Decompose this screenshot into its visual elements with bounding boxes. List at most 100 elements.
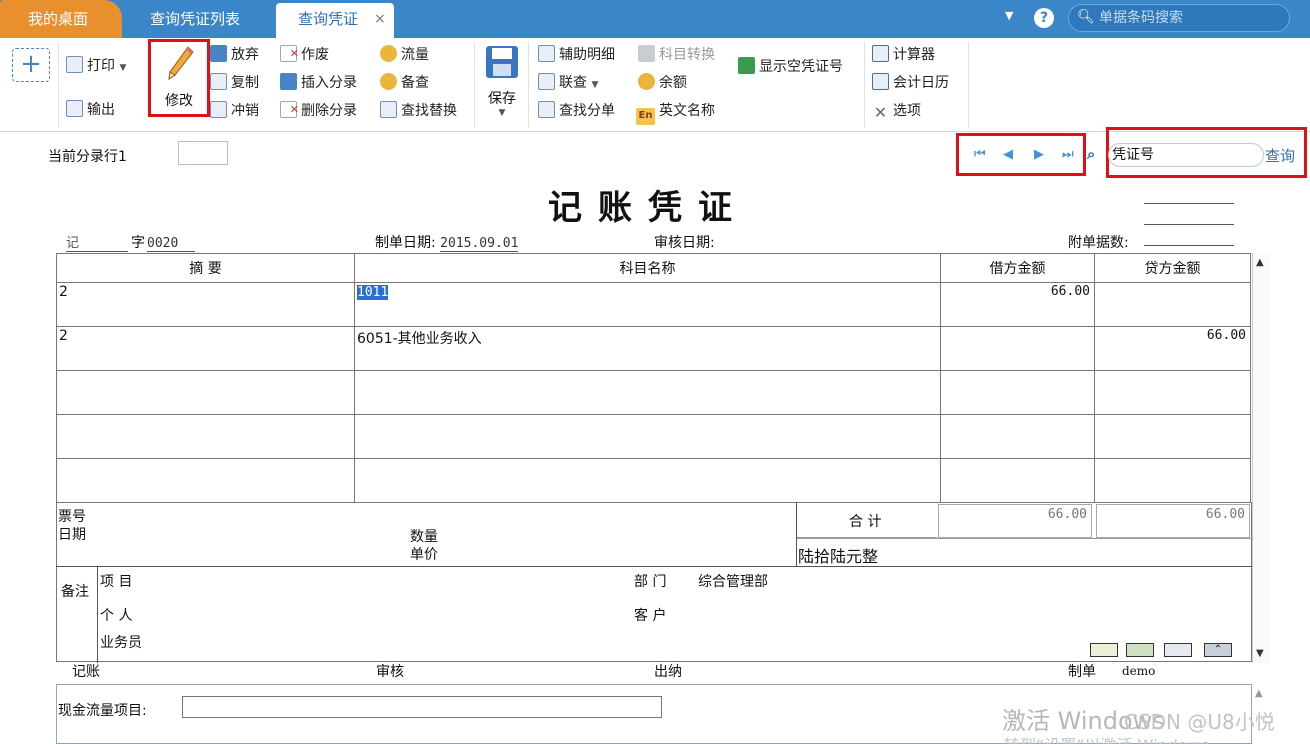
subject-cell[interactable]: 6051-其他业务收入 xyxy=(354,326,941,371)
next-record-icon[interactable]: ▶ xyxy=(1034,148,1048,162)
accounting-calendar-button[interactable]: 会计日历 xyxy=(872,72,949,94)
subject-cell[interactable] xyxy=(354,414,941,459)
scroll-up-icon[interactable]: ▲ xyxy=(1256,257,1264,268)
barcode-search[interactable]: 🔍︎ xyxy=(1068,4,1290,32)
previous-record-icon[interactable]: ◀ xyxy=(1003,148,1017,162)
voucher-number-icon xyxy=(738,57,755,74)
search-icon[interactable]: ⌕ xyxy=(1087,145,1095,163)
memo-button[interactable]: 备查 xyxy=(380,72,429,94)
divider xyxy=(58,42,59,128)
query-link[interactable]: 查询 xyxy=(1265,145,1295,166)
linked-query-icon xyxy=(538,73,555,90)
credit-cell[interactable] xyxy=(1094,282,1251,327)
scroll-up-icon[interactable]: ▲ xyxy=(1255,688,1263,699)
reverse-button[interactable]: 冲销 xyxy=(210,100,259,122)
insert-entry-button[interactable]: 插入分录 xyxy=(280,72,357,94)
subject-cell[interactable] xyxy=(354,458,941,503)
auditor-label: 审核 xyxy=(376,664,404,680)
debit-cell[interactable] xyxy=(940,414,1095,459)
pen-tool-icon[interactable] xyxy=(1164,643,1192,657)
print-label: 打印 xyxy=(87,58,115,74)
make-date[interactable]: 制单日期: 2015.09.01 xyxy=(375,232,518,252)
add-button[interactable]: + xyxy=(12,48,50,82)
english-name-button[interactable]: En 英文名称 xyxy=(636,100,715,125)
void-button[interactable]: 作废 xyxy=(280,43,329,66)
tab-query-voucher-label: 查询凭证 xyxy=(298,10,359,28)
table-row[interactable]: 2 6051-其他业务收入 66.00 xyxy=(56,326,1251,371)
attachments-label: 附单据数: xyxy=(1068,235,1129,251)
calculator-label: 计算器 xyxy=(893,47,935,63)
debit-cell[interactable] xyxy=(940,458,1095,503)
delete-entry-label: 删除分录 xyxy=(301,103,357,119)
cashflow-input[interactable] xyxy=(182,696,662,718)
tab-bar: 我的桌面 查询凭证列表 查询凭证 × ▼ ? 🔍︎ xyxy=(0,0,1310,38)
credit-cell[interactable] xyxy=(1094,458,1251,503)
barcode-search-input[interactable] xyxy=(1099,8,1279,28)
edit-aux-icon[interactable] xyxy=(1090,643,1118,657)
vertical-scrollbar[interactable]: ▲ ▼ xyxy=(1252,253,1269,663)
calculator-button[interactable]: 计算器 xyxy=(872,44,935,66)
table-row[interactable] xyxy=(56,414,1251,459)
notes-section: 备注 项 目 个 人 业务员 部 门 综合管理部 客 户 xyxy=(56,566,1252,663)
pencil-icon xyxy=(168,46,194,81)
ticket-date-label: 日期 xyxy=(58,527,86,543)
summary-cell[interactable] xyxy=(56,458,355,503)
save-icon xyxy=(486,46,518,78)
discard-button[interactable]: 放弃 xyxy=(210,44,259,66)
voucher-type[interactable]: 记 xyxy=(66,232,128,252)
last-record-icon[interactable]: ⏭︎ xyxy=(1062,148,1076,162)
first-record-icon[interactable]: ⏮︎ xyxy=(974,148,988,162)
reverse-label: 冲销 xyxy=(231,103,259,119)
aux-detail-button[interactable]: 辅助明细 xyxy=(538,44,615,66)
cashflow-label: 现金流量项目: xyxy=(58,703,147,719)
summary-cell[interactable] xyxy=(56,414,355,459)
credit-cell[interactable] xyxy=(1094,370,1251,415)
summary-cell[interactable]: 2 xyxy=(56,326,355,371)
export-button[interactable]: 输出 xyxy=(66,99,115,121)
linked-query-label: 联查 xyxy=(559,75,587,91)
credit-cell[interactable]: 66.00 xyxy=(1094,326,1251,371)
voucher-number[interactable]: 字 0020 xyxy=(131,232,195,252)
tab-my-desktop[interactable]: 我的桌面 xyxy=(0,0,122,38)
tab-voucher-list[interactable]: 查询凭证列表 xyxy=(130,3,270,38)
collapse-icon[interactable]: ⌃ xyxy=(1204,643,1232,657)
subject-convert-button[interactable]: 科目转换 xyxy=(638,44,715,66)
card-icon[interactable] xyxy=(1126,643,1154,657)
find-entry-button[interactable]: 查找分单 xyxy=(538,100,615,122)
credit-cell[interactable] xyxy=(1094,414,1251,459)
summary-cell[interactable] xyxy=(56,370,355,415)
close-icon[interactable]: × xyxy=(374,3,386,36)
subject-code-selected: 1011 xyxy=(357,285,389,300)
copy-label: 复制 xyxy=(231,75,259,91)
table-row[interactable]: 2 1011 66.00 xyxy=(56,282,1251,327)
linked-query-button[interactable]: 联查 ▼ xyxy=(538,72,598,94)
show-empty-voucher-no-button[interactable]: 显示空凭证号 xyxy=(738,56,843,78)
debit-cell[interactable] xyxy=(940,370,1095,415)
table-row[interactable] xyxy=(56,458,1251,503)
subject-cell[interactable] xyxy=(354,370,941,415)
debit-cell[interactable]: 66.00 xyxy=(940,282,1095,327)
tab-query-voucher[interactable]: 查询凭证 × xyxy=(276,3,394,38)
divider xyxy=(864,42,865,128)
accounting-calendar-label: 会计日历 xyxy=(893,75,949,91)
help-icon[interactable]: ? xyxy=(1034,8,1054,28)
column-header-summary: 摘 要 xyxy=(56,253,355,283)
summary-cell[interactable]: 2 xyxy=(56,282,355,327)
options-button[interactable]: ✕ 选项 xyxy=(872,100,921,122)
copy-button[interactable]: 复制 xyxy=(210,72,259,94)
find-replace-button[interactable]: 查找替换 xyxy=(380,100,457,122)
total-credit: 66.00 xyxy=(1096,504,1250,538)
scroll-down-icon[interactable]: ▼ xyxy=(1256,648,1264,659)
aux-detail-label: 辅助明细 xyxy=(559,47,615,63)
modify-button[interactable]: 修改 xyxy=(148,39,210,117)
debit-cell[interactable] xyxy=(940,326,1095,371)
subject-cell[interactable]: 1011 xyxy=(354,282,941,327)
flow-button[interactable]: 流量 xyxy=(380,44,429,66)
save-button[interactable]: 保存 ▼ xyxy=(484,46,520,118)
print-button[interactable]: 打印 ▼ xyxy=(66,55,126,77)
voucher-entries-table: 摘 要 科目名称 借方金额 贷方金额 2 1011 66.00 2 6051-其… xyxy=(56,253,1251,503)
delete-entry-button[interactable]: 删除分录 xyxy=(280,99,357,122)
balance-button[interactable]: 余额 xyxy=(638,72,687,94)
table-row[interactable] xyxy=(56,370,1251,415)
voucher-number-input[interactable]: 凭证号 xyxy=(1108,143,1264,167)
